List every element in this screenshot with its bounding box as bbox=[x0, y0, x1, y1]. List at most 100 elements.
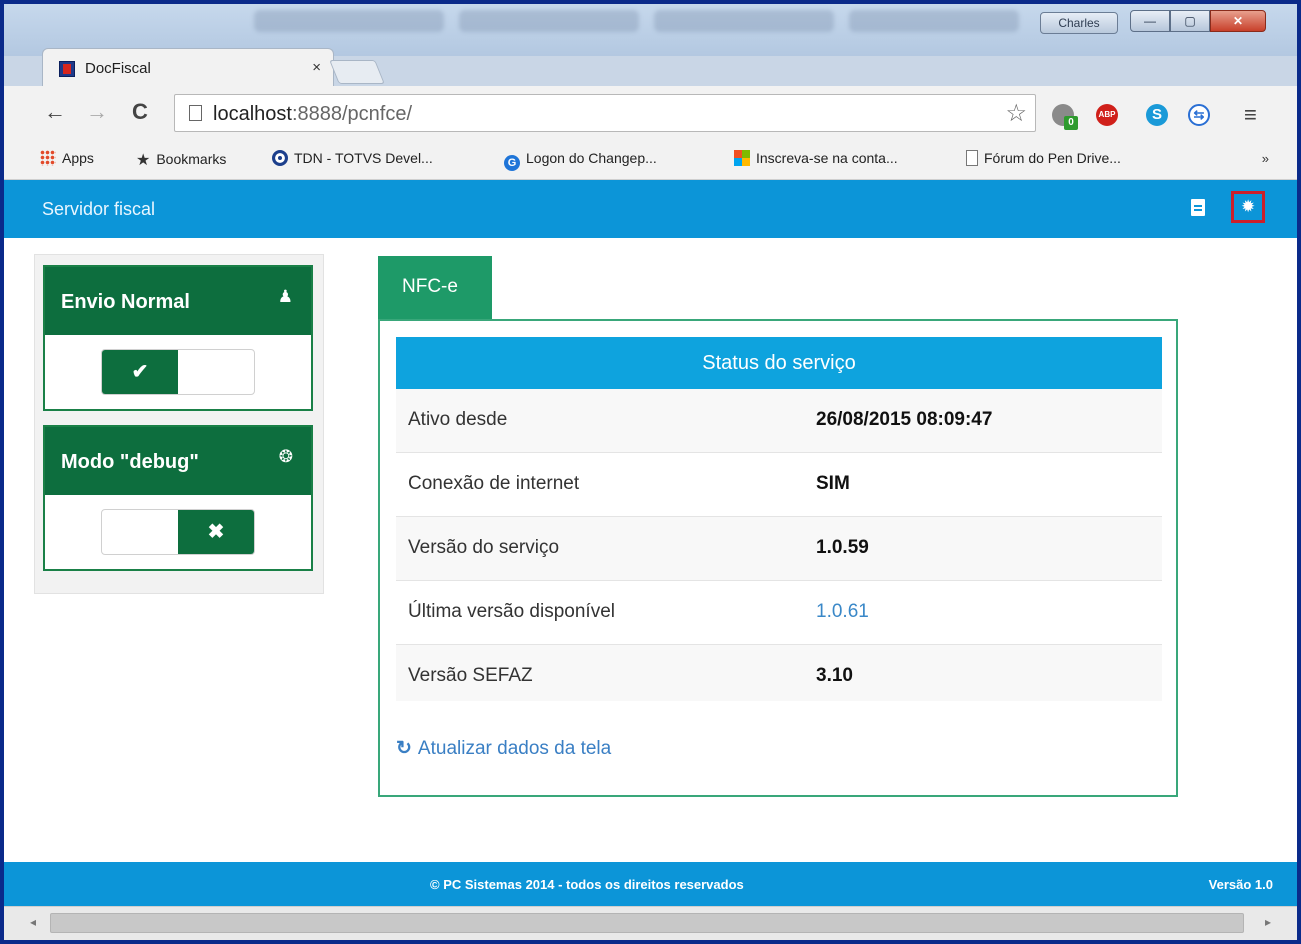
minimize-button[interactable]: — bbox=[1130, 10, 1170, 32]
adblock-plus-icon[interactable]: ABP bbox=[1096, 104, 1118, 126]
modo-debug-card: Modo "debug" ❂ ✖ bbox=[43, 425, 313, 571]
g-icon: G bbox=[504, 155, 520, 171]
bookmark-forum[interactable]: Fórum do Pen Drive... bbox=[966, 150, 1121, 166]
horizontal-scrollbar[interactable]: ◂ ▸ bbox=[4, 906, 1297, 940]
page-icon bbox=[189, 105, 202, 121]
card-header: Modo "debug" ❂ bbox=[45, 427, 311, 495]
scroll-right-icon[interactable]: ▸ bbox=[1265, 915, 1271, 929]
card-title: Modo "debug" bbox=[61, 451, 199, 473]
bookmark-bookmarks[interactable]: ★ Bookmarks bbox=[136, 150, 226, 170]
bookmark-label: Logon do Changep... bbox=[526, 150, 657, 166]
check-icon: ✔ bbox=[102, 350, 178, 394]
bookmark-label: Bookmarks bbox=[156, 151, 227, 167]
modo-debug-toggle[interactable]: ✖ bbox=[101, 509, 255, 555]
row-value: SIM bbox=[816, 473, 850, 494]
settings-button[interactable]: ✹ bbox=[1231, 191, 1265, 223]
extension-globe-icon[interactable]: 0 bbox=[1052, 104, 1078, 130]
row-label: Versão do serviço bbox=[408, 537, 560, 558]
blurred-tab bbox=[654, 10, 834, 32]
url-text: localhost:8888/pcnfce/ bbox=[213, 103, 412, 126]
tab-close-icon[interactable]: × bbox=[312, 59, 321, 76]
card-body: ✔ bbox=[45, 335, 311, 409]
bookmark-label: Inscreva-se na conta... bbox=[756, 150, 898, 166]
scroll-left-icon[interactable]: ◂ bbox=[30, 915, 36, 929]
footer-version: Versão 1.0 bbox=[1208, 877, 1273, 892]
forward-arrow-icon[interactable]: → bbox=[86, 100, 108, 124]
tab-label: NFC-e bbox=[402, 276, 458, 297]
envio-normal-card: Envio Normal ♟ ✔ bbox=[43, 265, 313, 411]
back-arrow-icon[interactable]: ← bbox=[44, 100, 66, 124]
refresh-label: Atualizar dados da tela bbox=[417, 738, 612, 759]
app-navbar: Servidor fiscal ✹ bbox=[4, 180, 1297, 238]
table-row: Conexão de internet SIM bbox=[396, 453, 1162, 517]
tdn-icon bbox=[272, 150, 288, 166]
bookmark-label: TDN - TOTVS Devel... bbox=[294, 150, 433, 166]
refresh-link[interactable]: ↻ Atualizar dados da tela bbox=[396, 737, 611, 760]
blurred-tab bbox=[849, 10, 1019, 32]
reload-icon[interactable]: C bbox=[132, 100, 148, 124]
skype-icon[interactable]: S bbox=[1146, 104, 1168, 126]
maximize-button[interactable]: ▢ bbox=[1170, 10, 1210, 32]
card-title: Envio Normal bbox=[61, 291, 190, 313]
row-label: Última versão disponível bbox=[408, 601, 615, 622]
address-bar[interactable]: localhost:8888/pcnfce/ ☆ bbox=[174, 94, 1036, 132]
table-row: Última versão disponível 1.0.61 bbox=[396, 581, 1162, 645]
browser-toolbar: ← → C localhost:8888/pcnfce/ ☆ 0 ABP S ⇆… bbox=[4, 86, 1297, 140]
status-panel: Status do serviço Ativo desde 26/08/2015… bbox=[378, 319, 1178, 797]
scrollbar-thumb[interactable] bbox=[50, 913, 1244, 933]
table-row: Ativo desde 26/08/2015 08:09:47 bbox=[396, 389, 1162, 453]
status-header: Status do serviço bbox=[396, 337, 1162, 389]
bug-icon: ❂ bbox=[278, 447, 293, 466]
close-window-button[interactable]: ✕ bbox=[1210, 10, 1266, 32]
more-bookmarks-icon[interactable]: » bbox=[1262, 151, 1269, 166]
bookmark-changepoint[interactable]: G Logon do Changep... bbox=[504, 150, 657, 171]
table-row: Versão SEFAZ 3.10 bbox=[396, 645, 1162, 701]
bookmark-tdn[interactable]: TDN - TOTVS Devel... bbox=[272, 150, 433, 166]
refresh-icon: ↻ bbox=[396, 738, 412, 759]
row-value: 1.0.59 bbox=[816, 537, 869, 558]
row-value: 26/08/2015 08:09:47 bbox=[816, 409, 993, 430]
url-host: localhost bbox=[213, 103, 292, 125]
bookmark-inscreva[interactable]: Inscreva-se na conta... bbox=[734, 150, 898, 166]
app-footer: © PC Sistemas 2014 - todos os direitos r… bbox=[4, 862, 1297, 906]
bookmark-star-icon[interactable]: ☆ bbox=[1005, 99, 1027, 128]
microsoft-icon bbox=[734, 150, 750, 166]
user-icon: ♟ bbox=[277, 287, 293, 306]
browser-tab[interactable]: DocFiscal × bbox=[42, 48, 334, 86]
document-icon[interactable] bbox=[1191, 199, 1205, 216]
row-label: Versão SEFAZ bbox=[408, 665, 533, 686]
page-icon bbox=[966, 150, 978, 166]
row-label: Conexão de internet bbox=[408, 473, 580, 494]
apps-grid-icon bbox=[40, 150, 56, 166]
extension-badge: 0 bbox=[1064, 116, 1078, 130]
profile-button[interactable]: Charles bbox=[1040, 12, 1118, 34]
tab-title: DocFiscal bbox=[85, 60, 151, 77]
star-icon: ★ bbox=[136, 152, 151, 169]
footer-copyright: © PC Sistemas 2014 - todos os direitos r… bbox=[430, 877, 744, 892]
status-table: Ativo desde 26/08/2015 08:09:47 Conexão … bbox=[396, 389, 1162, 701]
gear-icon: ✹ bbox=[1241, 197, 1256, 216]
sync-extension-icon[interactable]: ⇆ bbox=[1188, 104, 1210, 126]
chrome-menu-icon[interactable]: ≡ bbox=[1244, 102, 1257, 128]
row-label: Ativo desde bbox=[408, 409, 508, 430]
table-row: Versão do serviço 1.0.59 bbox=[396, 517, 1162, 581]
bookmark-label: Fórum do Pen Drive... bbox=[984, 150, 1121, 166]
page-content: Servidor fiscal ✹ Envio Normal ♟ ✔ Modo … bbox=[4, 180, 1297, 906]
blurred-tab bbox=[459, 10, 639, 32]
row-value: 3.10 bbox=[816, 665, 853, 686]
times-icon: ✖ bbox=[178, 510, 254, 554]
app-brand[interactable]: Servidor fiscal bbox=[42, 199, 155, 220]
url-path: :8888/pcnfce/ bbox=[291, 103, 413, 125]
card-body: ✖ bbox=[45, 495, 311, 569]
left-panel: Envio Normal ♟ ✔ Modo "debug" ❂ ✖ bbox=[34, 254, 324, 594]
new-tab-button[interactable] bbox=[329, 60, 385, 84]
card-header: Envio Normal ♟ bbox=[45, 267, 311, 335]
tab-nfce[interactable]: NFC-e bbox=[378, 256, 492, 320]
bookmarks-bar: Apps ★ Bookmarks TDN - TOTVS Devel... G Lo… bbox=[4, 140, 1297, 180]
latest-version-link[interactable]: 1.0.61 bbox=[816, 601, 869, 623]
envio-normal-toggle[interactable]: ✔ bbox=[101, 349, 255, 395]
window-controls: — ▢ ✕ bbox=[1130, 10, 1266, 34]
browser-window: Charles — ▢ ✕ DocFiscal × ← → C localhos… bbox=[0, 0, 1301, 944]
bookmark-apps[interactable]: Apps bbox=[40, 150, 94, 166]
docfiscal-favicon-icon bbox=[59, 61, 75, 77]
